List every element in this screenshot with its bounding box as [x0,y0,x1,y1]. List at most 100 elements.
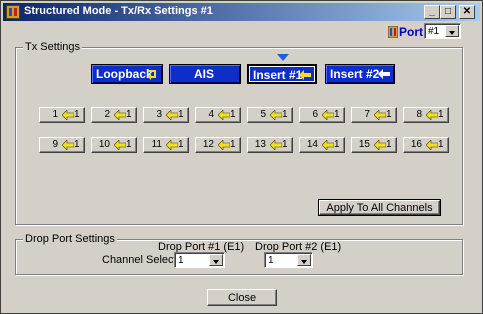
arrow-left-icon [62,140,74,150]
channel-target: 1 [230,109,236,120]
channel-number: 15 [358,139,370,150]
channel-number: 6 [312,109,318,120]
insert-2-label: Insert #2 [330,67,380,81]
loopback-button[interactable]: Loopback [91,64,163,84]
insert-2-button[interactable]: Insert #2 [325,64,395,84]
channel-button-6[interactable]: 61 [299,107,345,123]
channel-button-3[interactable]: 31 [143,107,189,123]
arrow-left-icon [114,110,126,120]
channel-button-7[interactable]: 71 [351,107,397,123]
channel-target: 1 [282,109,288,120]
arrow-left-icon [426,110,438,120]
channel-number: 12 [202,139,214,150]
channel-number: 13 [254,139,266,150]
channel-button-16[interactable]: 16 1 [403,137,449,153]
selected-mode-marker-icon [277,54,289,61]
arrow-left-icon [166,140,178,150]
channel-number: 8 [416,109,422,120]
channel-button-13[interactable]: 13 1 [247,137,293,153]
drop-port-2-value: 1 [268,255,274,266]
channel-target: 1 [386,139,392,150]
arrow-left-icon [426,140,438,150]
channel-button-12[interactable]: 12 1 [195,137,241,153]
loopback-icon [148,70,156,80]
app-icon [6,5,20,19]
channel-target: 1 [334,109,340,120]
channel-target: 1 [386,109,392,120]
channel-button-5[interactable]: 51 [247,107,293,123]
channel-target: 1 [438,139,444,150]
arrow-left-icon [374,140,386,150]
arrow-left-icon [378,69,390,79]
channel-target: 1 [438,109,444,120]
insert-1-label: Insert #1 [253,68,303,82]
insert-1-button[interactable]: Insert #1 [247,64,317,84]
drop-port-1-select[interactable]: 1 [174,252,225,268]
arrow-left-icon [374,110,386,120]
tx-settings-label: Tx Settings [23,41,83,53]
arrow-left-icon [322,110,334,120]
arrow-left-icon [270,140,282,150]
close-icon: ✕ [462,6,472,17]
apply-to-all-channels-label: Apply To All Channels [326,202,433,214]
channel-button-10[interactable]: 10 1 [91,137,137,153]
channel-target: 1 [178,139,184,150]
channel-target: 1 [74,109,80,120]
title-bar[interactable]: Structured Mode - Tx/Rx Settings #1 _ □ … [3,3,480,21]
arrow-left-icon [218,110,230,120]
port-select-value: #1 [428,26,440,37]
arrow-left-icon [270,110,282,120]
arrow-left-icon [322,140,334,150]
loopback-label: Loopback [96,67,153,81]
minimize-icon: _ [429,6,435,17]
close-window-button[interactable]: ✕ [459,5,475,19]
arrow-left-icon [62,110,74,120]
port-icon [388,26,398,38]
arrow-left-icon [299,70,311,80]
channel-button-1[interactable]: 11 [39,107,85,123]
channel-number: 10 [98,139,110,150]
channel-number: 14 [306,139,318,150]
channel-target: 1 [126,139,132,150]
arrow-left-icon [114,140,126,150]
chevron-down-icon[interactable] [209,254,223,266]
close-button[interactable]: Close [207,289,277,306]
channel-number: 4 [208,109,214,120]
channel-number: 3 [156,109,162,120]
channel-button-8[interactable]: 81 [403,107,449,123]
apply-to-all-channels-button[interactable]: Apply To All Channels [318,199,441,216]
channel-target: 1 [178,109,184,120]
drop-port-2-select[interactable]: 1 [264,252,313,268]
channel-number: 11 [151,139,162,150]
channel-number: 5 [260,109,266,120]
window-title: Structured Mode - Tx/Rx Settings #1 [24,5,213,17]
channel-target: 1 [334,139,340,150]
channel-number: 1 [52,109,58,120]
channel-button-11[interactable]: 11 1 [143,137,189,153]
maximize-icon: □ [444,6,452,17]
dialog-window: Structured Mode - Tx/Rx Settings #1 _ □ … [0,0,483,314]
arrow-left-icon [166,110,178,120]
channel-target: 1 [126,109,132,120]
channel-button-9[interactable]: 91 [39,137,85,153]
ais-button[interactable]: AIS [169,64,241,84]
maximize-button[interactable]: □ [440,5,456,19]
ais-label: AIS [194,67,215,81]
minimize-button[interactable]: _ [424,5,440,19]
port-select[interactable]: #1 [424,23,461,39]
channel-number: 7 [364,109,370,120]
channel-target: 1 [282,139,288,150]
channel-number: 16 [410,139,422,150]
channel-button-15[interactable]: 15 1 [351,137,397,153]
channel-number: 2 [104,109,110,120]
channel-button-2[interactable]: 21 [91,107,137,123]
channel-button-14[interactable]: 14 1 [299,137,345,153]
channel-button-4[interactable]: 41 [195,107,241,123]
channel-target: 1 [230,139,236,150]
chevron-down-icon[interactable] [297,254,311,266]
close-label: Close [227,292,257,304]
chevron-down-icon[interactable] [445,25,459,37]
arrow-left-icon [218,140,230,150]
port-label: Port [399,25,423,39]
channel-target: 1 [74,139,80,150]
